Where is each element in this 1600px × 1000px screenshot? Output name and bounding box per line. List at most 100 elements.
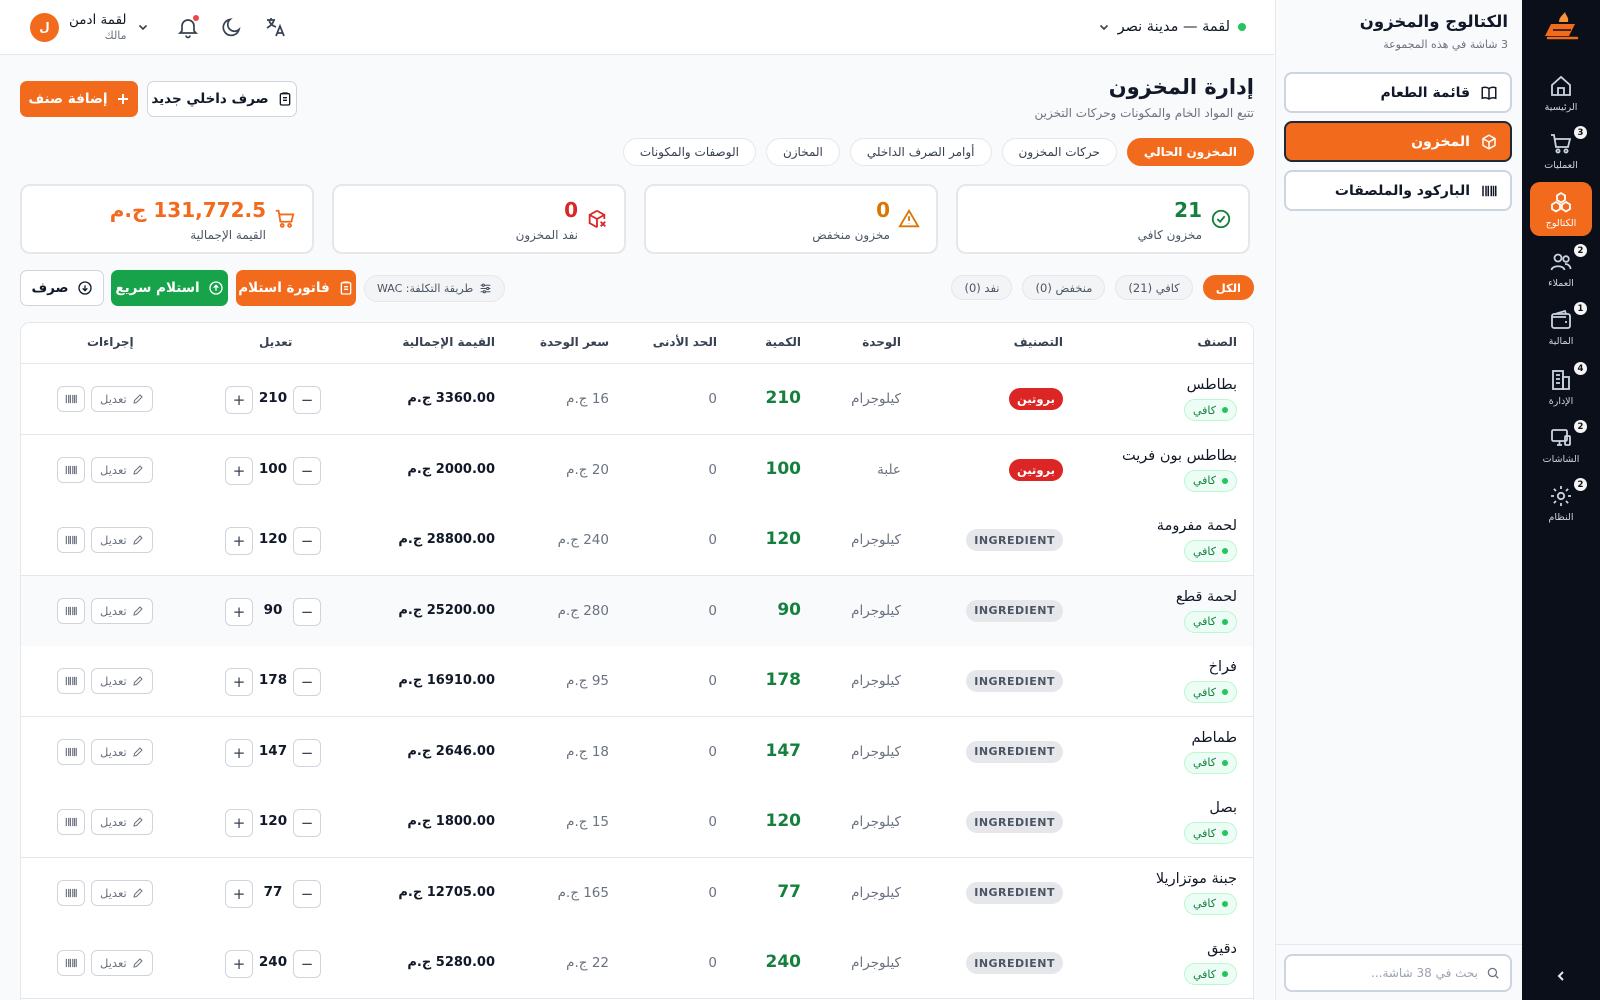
badge: 2 bbox=[1574, 244, 1587, 257]
sidebar-item-barcode[interactable]: الباركود والملصقات bbox=[1284, 170, 1512, 211]
column-header: الصنف bbox=[1197, 335, 1237, 349]
sidebar-item-menu[interactable]: قائمة الطعام bbox=[1284, 72, 1512, 113]
edit-button[interactable]: تعديل bbox=[91, 386, 153, 412]
edit-button[interactable]: تعديل bbox=[91, 879, 153, 906]
filter-out[interactable]: نفد (0) bbox=[951, 275, 1013, 300]
filter-all[interactable]: الكل bbox=[1202, 275, 1254, 300]
gear-icon bbox=[1551, 485, 1571, 506]
increment-button[interactable]: + bbox=[225, 386, 253, 414]
tab-current-stock[interactable]: المخزون الحالي bbox=[1126, 138, 1254, 166]
edit-button[interactable]: تعديل bbox=[91, 456, 153, 483]
barcode-icon[interactable] bbox=[57, 738, 85, 765]
edit-button[interactable]: تعديل bbox=[91, 738, 153, 765]
screen-search[interactable] bbox=[1284, 954, 1512, 992]
page-title: إدارة المخزون bbox=[1108, 75, 1254, 99]
tab-internal-issue-orders[interactable]: أوامر الصرف الداخلي bbox=[849, 138, 992, 166]
column-header: الوحدة bbox=[862, 335, 901, 349]
stat-label: نفد المخزون bbox=[515, 228, 578, 242]
issue-button[interactable]: صرف bbox=[20, 270, 104, 306]
stat-value: 21 bbox=[1174, 198, 1202, 222]
barcode-icon[interactable] bbox=[57, 527, 85, 553]
unit: كيلوجرام bbox=[851, 602, 901, 619]
barcode-icon[interactable] bbox=[57, 597, 85, 624]
category-badge: INGREDIENT bbox=[966, 670, 1063, 692]
main-content: لقمة — مدينة نصر لقمة ادمن مالك ل إدارة … bbox=[0, 0, 1274, 1000]
tab-stock-movements[interactable]: حركات المخزون bbox=[1001, 138, 1117, 166]
decrement-button[interactable]: − bbox=[293, 597, 321, 626]
add-item-button[interactable]: إضافة صنف bbox=[20, 81, 138, 117]
increment-button[interactable]: + bbox=[225, 668, 253, 696]
rail-item-home[interactable]: الرئيسية bbox=[1530, 66, 1592, 120]
catalog-icon bbox=[1551, 191, 1571, 213]
translate-icon[interactable] bbox=[264, 15, 288, 39]
pencil-icon bbox=[133, 887, 143, 898]
edit-button[interactable]: تعديل bbox=[91, 668, 153, 694]
item-name: دقيق bbox=[1207, 941, 1237, 957]
bell-icon[interactable] bbox=[176, 15, 200, 39]
decrement-button[interactable]: − bbox=[293, 668, 321, 696]
new-internal-issue-button[interactable]: صرف داخلي جديد bbox=[147, 81, 297, 117]
increment-button[interactable]: + bbox=[225, 738, 253, 767]
unit-price: 22 ج.م bbox=[566, 955, 609, 971]
barcode-icon[interactable] bbox=[57, 386, 85, 412]
sidebar-item-inventory[interactable]: المخزون bbox=[1284, 121, 1512, 162]
rail-item-system[interactable]: 2 النظام bbox=[1530, 476, 1592, 530]
tab-recipes[interactable]: الوصفات والمكونات bbox=[622, 138, 756, 166]
user-menu[interactable]: لقمة ادمن مالك ل bbox=[30, 8, 149, 46]
edit-button[interactable]: تعديل bbox=[91, 527, 153, 553]
chevron-left-icon[interactable] bbox=[1547, 964, 1575, 988]
barcode-icon[interactable] bbox=[57, 879, 85, 906]
unit-price: 95 ج.م bbox=[566, 673, 609, 689]
barcode-icon[interactable] bbox=[57, 456, 85, 483]
increment-button[interactable]: + bbox=[225, 456, 253, 485]
user-role: مالك bbox=[104, 28, 127, 42]
increment-button[interactable]: + bbox=[225, 597, 253, 626]
barcode-icon[interactable] bbox=[57, 668, 85, 694]
rail-item-admin[interactable]: 4 الإدارة bbox=[1530, 360, 1592, 414]
unit-price: 16 ج.م bbox=[566, 391, 609, 407]
status-dot bbox=[1222, 689, 1228, 695]
page-subtitle: تتبع المواد الخام والمكونات وحركات التخز… bbox=[1034, 106, 1254, 120]
rail-item-customers[interactable]: 2 العملاء bbox=[1530, 242, 1592, 296]
decrement-button[interactable]: − bbox=[293, 879, 321, 908]
decrement-button[interactable]: − bbox=[293, 950, 321, 978]
decrement-button[interactable]: − bbox=[293, 527, 321, 555]
barcode-icon[interactable] bbox=[57, 809, 85, 835]
tab-warehouses[interactable]: المخازن bbox=[765, 138, 840, 166]
quick-receive-button[interactable]: استلام سريع bbox=[111, 270, 228, 306]
filter-low[interactable]: منخفض (0) bbox=[1022, 275, 1106, 300]
stepper-value: 120 bbox=[258, 531, 288, 547]
unit-price: 15 ج.م bbox=[566, 814, 609, 830]
rail-item-finance[interactable]: 1 المالية bbox=[1530, 300, 1592, 354]
edit-button[interactable]: تعديل bbox=[91, 597, 153, 624]
decrement-button[interactable]: − bbox=[293, 738, 321, 767]
barcode-icon[interactable] bbox=[57, 950, 85, 976]
decrement-button[interactable]: − bbox=[293, 456, 321, 485]
status-badge: كافي bbox=[1183, 822, 1237, 844]
decrement-button[interactable]: − bbox=[293, 809, 321, 837]
search-input[interactable] bbox=[1296, 966, 1478, 980]
rail-item-screens[interactable]: 2 الشاشات bbox=[1530, 418, 1592, 472]
cost-method-chip[interactable]: طريقة التكلفة: WAC bbox=[364, 275, 506, 302]
branch-selector[interactable]: لقمة — مدينة نصر bbox=[1098, 14, 1246, 40]
increment-button[interactable]: + bbox=[225, 527, 253, 555]
moon-icon[interactable] bbox=[220, 15, 244, 39]
warning-icon bbox=[898, 208, 920, 228]
rail-item-catalog[interactable]: الكتالوج bbox=[1530, 182, 1592, 236]
increment-button[interactable]: + bbox=[225, 809, 253, 837]
quantity-stepper: +210− bbox=[225, 386, 321, 414]
rail-item-operations[interactable]: 3 العمليات bbox=[1530, 124, 1592, 178]
stat-value: 131,772.5 ج.م bbox=[109, 198, 266, 222]
receipt-invoice-button[interactable]: فاتورة استلام bbox=[236, 270, 356, 306]
edit-button[interactable]: تعديل bbox=[91, 809, 153, 835]
stepper-value: 77 bbox=[263, 883, 283, 900]
table-row: دقيق كافي INGREDIENT كيلوجرام 240 0 22 ج.م 5280… bbox=[21, 928, 1253, 999]
quantity: 120 bbox=[765, 529, 802, 549]
increment-button[interactable]: + bbox=[225, 950, 253, 978]
decrement-button[interactable]: − bbox=[293, 386, 321, 414]
filter-sufficient[interactable]: كافي (21) bbox=[1115, 275, 1193, 300]
item-name: بصل bbox=[1209, 800, 1237, 816]
status-dot bbox=[1222, 900, 1228, 907]
edit-button[interactable]: تعديل bbox=[91, 950, 153, 976]
increment-button[interactable]: + bbox=[225, 879, 253, 908]
